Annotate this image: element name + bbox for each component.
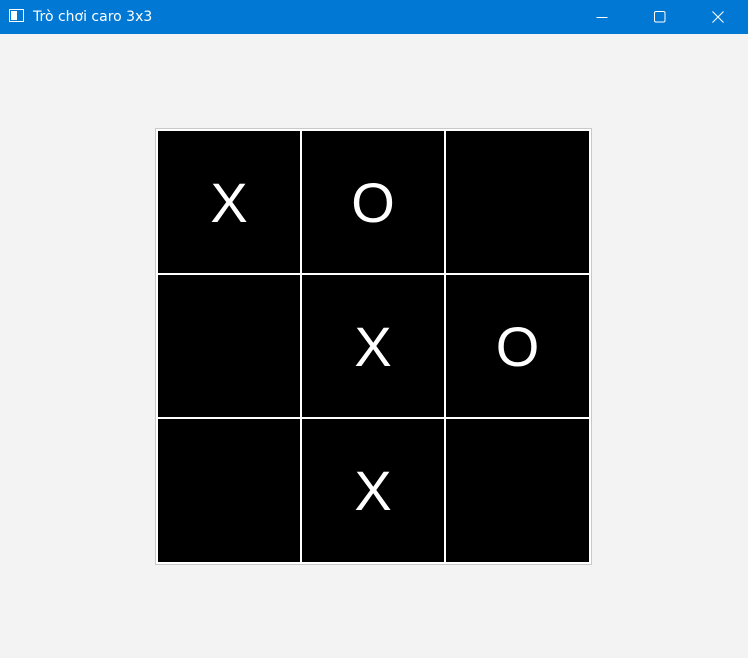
cell-r2c1[interactable] [158, 275, 300, 417]
cell-mark: X [354, 459, 392, 522]
game-board: X O X O X [155, 128, 592, 565]
close-icon [712, 11, 724, 23]
game-window: Trò chơi caro 3x3 X O X O X [0, 0, 748, 658]
app-icon[interactable] [9, 9, 24, 22]
cell-r2c2[interactable]: X [302, 275, 444, 417]
window-title: Trò chơi caro 3x3 [33, 9, 153, 25]
cell-r3c3[interactable] [446, 419, 589, 562]
cell-r3c1[interactable] [158, 419, 300, 562]
minimize-icon [596, 17, 608, 18]
cell-r3c2[interactable]: X [302, 419, 444, 562]
maximize-icon [654, 11, 666, 23]
cell-mark: X [354, 314, 392, 378]
cell-r1c1[interactable]: X [158, 131, 300, 273]
cell-r2c3[interactable]: O [446, 275, 589, 417]
app-icon-pane [11, 11, 17, 20]
close-button[interactable] [689, 0, 747, 34]
cell-mark: O [495, 314, 540, 378]
maximize-button[interactable] [631, 0, 689, 34]
cell-r1c2[interactable]: O [302, 131, 444, 273]
minimize-button[interactable] [573, 0, 631, 34]
cell-mark: X [210, 170, 248, 234]
cell-r1c3[interactable] [446, 131, 589, 273]
cell-mark: O [351, 170, 395, 234]
title-bar[interactable]: Trò chơi caro 3x3 [0, 0, 748, 34]
